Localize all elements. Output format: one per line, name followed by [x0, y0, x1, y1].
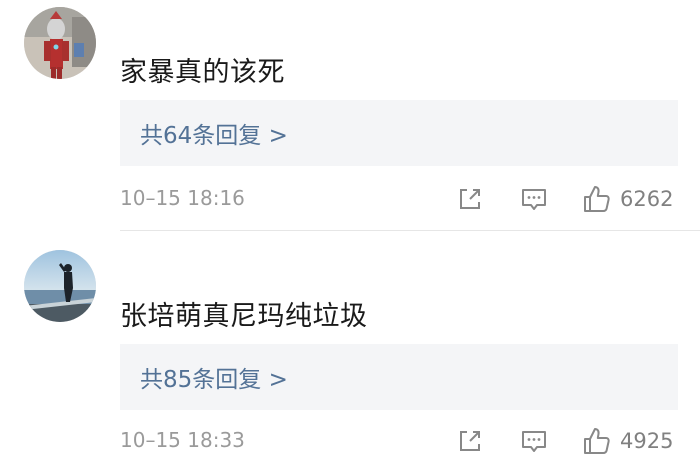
timestamp: 10–15 18:33 — [120, 428, 245, 452]
comment-item: 家暴真的该死 共64条回复 > 10–15 18:16 6262 — [0, 0, 700, 232]
comment-text: 家暴真的该死 — [120, 57, 285, 88]
replies-box[interactable]: 共64条回复 > — [120, 100, 678, 166]
avatar[interactable] — [24, 7, 96, 79]
like-button[interactable]: 4925 — [582, 426, 673, 456]
divider — [120, 230, 700, 231]
avatar[interactable] — [24, 250, 96, 322]
replies-link[interactable]: 共85条回复 > — [140, 360, 288, 394]
share-button[interactable] — [456, 184, 484, 214]
like-count: 4925 — [620, 429, 674, 453]
comment-icon — [522, 431, 546, 452]
comment-text: 张培萌真尼玛纯垃圾 — [120, 301, 368, 332]
comment-button[interactable] — [520, 184, 548, 214]
comment-footer: 10–15 18:33 4925 — [120, 426, 680, 456]
comment-footer: 10–15 18:16 6262 — [120, 184, 680, 214]
comment-button[interactable] — [520, 426, 548, 456]
ultraman-figure-avatar — [24, 7, 96, 79]
thumbs-up-icon — [584, 428, 610, 454]
thumbs-up-icon — [584, 186, 610, 212]
like-count: 6262 — [620, 187, 674, 211]
seaside-person-avatar — [24, 250, 96, 322]
like-button[interactable]: 6262 — [582, 184, 673, 214]
replies-link[interactable]: 共64条回复 > — [140, 116, 288, 150]
timestamp: 10–15 18:16 — [120, 186, 245, 210]
share-icon — [460, 431, 480, 451]
comment-icon — [522, 189, 546, 210]
replies-box[interactable]: 共85条回复 > — [120, 344, 678, 410]
comment-item: 张培萌真尼玛纯垃圾 共85条回复 > 10–15 18:33 4925 — [0, 242, 700, 466]
share-icon — [460, 189, 480, 209]
share-button[interactable] — [456, 426, 484, 456]
